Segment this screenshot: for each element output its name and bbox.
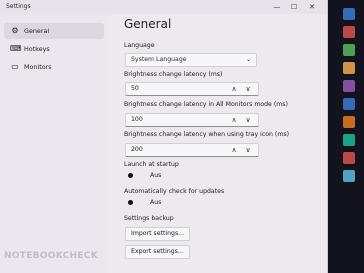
- sidebar-item-label: Hotkeys: [24, 45, 50, 53]
- brightness-latency-all-label: Brightness change latency in All Monitor…: [124, 101, 288, 108]
- desktop-app-icon[interactable]: [343, 134, 355, 146]
- chevron-up-icon[interactable]: ∧: [228, 114, 240, 126]
- desktop-background: [331, 0, 364, 273]
- launch-at-startup-label: Launch at startup: [124, 161, 179, 168]
- desktop-app-icon[interactable]: [343, 98, 355, 110]
- import-settings-button[interactable]: Import settings...: [125, 227, 191, 241]
- brightness-latency-tray-input[interactable]: 200 ∧ ∨: [125, 143, 259, 157]
- toggle-knob: [128, 173, 133, 178]
- brightness-latency-all-value: 100: [131, 116, 143, 123]
- chevron-up-icon[interactable]: ∧: [228, 144, 240, 156]
- page-title: General: [124, 17, 172, 31]
- chevron-down-icon[interactable]: ∨: [242, 83, 254, 95]
- chevron-up-icon[interactable]: ∧: [228, 83, 240, 95]
- desktop-app-icon[interactable]: [343, 170, 355, 182]
- language-value: System Language: [131, 56, 187, 63]
- brightness-latency-label: Brightness change latency (ms): [124, 71, 223, 78]
- title-bar: Settings — ☐ ✕: [0, 0, 327, 14]
- chevron-down-icon: ⌄: [245, 56, 251, 63]
- settings-window: Settings — ☐ ✕ ⚙ General ⌨ Hotkeys ▭ Mon…: [0, 0, 328, 273]
- desktop-app-icon[interactable]: [343, 8, 355, 20]
- brightness-latency-value: 50: [131, 85, 139, 92]
- gear-icon: ⚙: [11, 26, 19, 35]
- toggle-knob: [128, 200, 133, 205]
- window-title: Settings: [6, 3, 31, 10]
- close-button[interactable]: ✕: [305, 1, 319, 13]
- desktop-app-icon[interactable]: [343, 44, 355, 56]
- sidebar-item-monitors[interactable]: ▭ Monitors: [4, 59, 104, 75]
- desktop-app-icon[interactable]: [343, 62, 355, 74]
- watermark-logo: NOTEBOOKCHECK: [4, 251, 98, 261]
- maximize-button[interactable]: ☐: [287, 1, 301, 13]
- desktop-app-icon[interactable]: [343, 116, 355, 128]
- language-label: Language: [124, 42, 155, 49]
- brightness-latency-all-input[interactable]: 100 ∧ ∨: [125, 113, 259, 127]
- brightness-latency-input[interactable]: 50 ∧ ∨: [125, 82, 259, 96]
- sidebar-item-label: General: [24, 27, 50, 35]
- auto-updates-label: Automatically check for updates: [124, 188, 225, 195]
- brightness-latency-tray-label: Brightness change latency when using tra…: [124, 131, 289, 138]
- language-select[interactable]: System Language ⌄: [125, 53, 257, 67]
- main-content: General Language System Language ⌄ Brigh…: [108, 14, 327, 273]
- sidebar: ⚙ General ⌨ Hotkeys ▭ Monitors: [0, 14, 108, 273]
- desktop-app-icon[interactable]: [343, 152, 355, 164]
- launch-at-startup-state: Aus: [150, 172, 162, 179]
- sidebar-item-label: Monitors: [24, 63, 52, 71]
- sidebar-item-general[interactable]: ⚙ General: [4, 23, 104, 39]
- chevron-down-icon[interactable]: ∨: [242, 114, 254, 126]
- brightness-latency-tray-value: 200: [131, 146, 143, 153]
- export-settings-button[interactable]: Export settings...: [125, 245, 190, 259]
- minimize-button[interactable]: —: [270, 1, 284, 13]
- keyboard-icon: ⌨: [10, 44, 22, 53]
- settings-backup-label: Settings backup: [124, 215, 174, 222]
- monitor-icon: ▭: [11, 62, 19, 71]
- desktop-app-icon[interactable]: [343, 80, 355, 92]
- auto-updates-state: Aus: [150, 199, 162, 206]
- sidebar-item-hotkeys[interactable]: ⌨ Hotkeys: [4, 41, 104, 57]
- chevron-down-icon[interactable]: ∨: [242, 144, 254, 156]
- desktop-app-icon[interactable]: [343, 26, 355, 38]
